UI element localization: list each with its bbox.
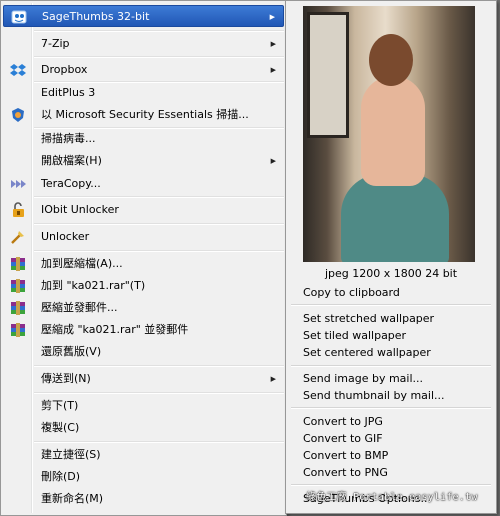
submenu-arrow-icon: ▶ [270, 66, 276, 74]
submenu-arrow-icon: ▶ [270, 157, 276, 165]
menu-separator [34, 223, 284, 225]
submenu-item-copy-to-clipboard[interactable]: Copy to clipboard [303, 284, 400, 301]
preview-figure-skirt [341, 174, 449, 262]
menu-separator [34, 441, 284, 443]
menu-item-send-to[interactable]: 傳送到(N) ▶ [3, 368, 284, 390]
image-info-caption: jpeg 1200 x 1800 24 bit [324, 267, 458, 280]
menu-item-sagethumbs[interactable]: SageThumbs 32-bit ▶ [3, 5, 284, 27]
menu-item-label: TeraCopy... [41, 177, 101, 190]
menu-item-delete[interactable]: 刪除(D) [3, 466, 284, 488]
menu-item-create-shortcut[interactable]: 建立捷徑(S) [3, 444, 284, 466]
menu-item-copy[interactable]: 複製(C) [3, 417, 284, 439]
submenu-arrow-icon: ▶ [270, 375, 276, 383]
submenu-item-convert-to-bmp[interactable]: Convert to BMP [303, 447, 388, 464]
menu-item-compress-rar-and-email[interactable]: 壓縮成 "ka021.rar" 並發郵件 [3, 319, 284, 341]
menu-item-dropbox[interactable]: Dropbox ▶ [3, 59, 284, 81]
menu-item-teracopy[interactable]: TeraCopy... [3, 173, 284, 195]
menu-item-label: 還原舊版(V) [41, 345, 102, 358]
menu-item-scan-virus[interactable]: 掃描病毒... [3, 128, 284, 150]
menu-item-label: 7-Zip [41, 37, 70, 50]
submenu-separator [291, 484, 491, 486]
menu-item-cut[interactable]: 剪下(T) [3, 395, 284, 417]
menu-separator [34, 30, 284, 32]
preview-figure-body [361, 76, 425, 186]
submenu-arrow-icon: ▶ [269, 13, 275, 21]
menu-item-editplus[interactable]: EditPlus 3 [3, 82, 284, 104]
submenu-item-set-centered-wallpaper[interactable]: Set centered wallpaper [303, 344, 431, 361]
menu-separator [34, 365, 284, 367]
menu-item-label: 掃描病毒... [41, 132, 96, 145]
winrar-icon [10, 278, 26, 294]
menu-separator [34, 392, 284, 394]
submenu-separator [291, 365, 491, 367]
menu-item-restore-previous[interactable]: 還原舊版(V) [3, 341, 284, 363]
menu-item-security-essentials[interactable]: 以 Microsoft Security Essentials 掃描... [3, 104, 284, 126]
menu-item-label: 複製(C) [41, 421, 80, 434]
dropbox-icon [10, 62, 26, 78]
menu-separator [34, 250, 284, 252]
menu-item-label: 重新命名(M) [41, 492, 104, 505]
menu-item-iobit-unlocker[interactable]: IObit Unlocker [3, 199, 284, 221]
menu-item-label: 以 Microsoft Security Essentials 掃描... [41, 108, 249, 121]
menu-item-label: 建立捷徑(S) [41, 448, 101, 461]
menu-item-open-with[interactable]: 開啟檔案(H) ▶ [3, 150, 284, 172]
menu-item-label: IObit Unlocker [41, 203, 119, 216]
winrar-icon [10, 256, 26, 272]
winrar-icon [10, 300, 26, 316]
submenu-item-set-stretched-wallpaper[interactable]: Set stretched wallpaper [303, 310, 434, 327]
submenu-item-set-tiled-wallpaper[interactable]: Set tiled wallpaper [303, 327, 406, 344]
menu-item-compress-and-email[interactable]: 壓縮並發郵件... [3, 297, 284, 319]
menu-item-label: Unlocker [41, 230, 90, 243]
watermark-text: 綠色工廠 Portable.easylife.tw [306, 492, 478, 503]
security-essentials-icon [10, 107, 26, 123]
menu-item-7zip[interactable]: 7-Zip ▶ [3, 33, 284, 55]
menu-item-add-to-rar[interactable]: 加到 "ka021.rar"(T) [3, 275, 284, 297]
submenu-separator [291, 407, 491, 409]
menu-item-label: Dropbox [41, 63, 88, 76]
submenu-arrow-icon: ▶ [270, 40, 276, 48]
preview-window-frame [307, 12, 349, 138]
menu-separator [34, 56, 284, 58]
menu-separator [34, 196, 284, 198]
context-menu: SageThumbs 32-bit ▶ 7-Zip ▶ Dropbox ▶ Ed… [0, 0, 287, 516]
unlocker-icon [10, 229, 26, 245]
menu-item-label: 剪下(T) [41, 399, 79, 412]
menu-item-label: 刪除(D) [41, 470, 81, 483]
winrar-icon [10, 322, 26, 338]
submenu-item-convert-to-gif[interactable]: Convert to GIF [303, 430, 383, 447]
sagethumbs-submenu: jpeg 1200 x 1800 24 bit Copy to clipboar… [285, 0, 497, 514]
menu-item-label: SageThumbs 32-bit [42, 10, 150, 23]
submenu-item-send-image-by-mail[interactable]: Send image by mail... [303, 370, 423, 387]
submenu-item-convert-to-jpg[interactable]: Convert to JPG [303, 413, 383, 430]
menu-item-label: 加到壓縮檔(A)... [41, 257, 123, 270]
menu-item-label: 加到 "ka021.rar"(T) [41, 279, 146, 292]
preview-figure-head [369, 34, 413, 86]
teracopy-icon [10, 176, 26, 192]
menu-item-label: 開啟檔案(H) [41, 154, 102, 167]
sagethumbs-icon [11, 9, 27, 25]
photo-preview [303, 6, 475, 262]
menu-item-rename[interactable]: 重新命名(M) [3, 488, 284, 510]
iobit-unlocker-icon [10, 202, 26, 218]
menu-item-label: 壓縮成 "ka021.rar" 並發郵件 [41, 323, 189, 336]
submenu-item-send-thumbnail-by-mail[interactable]: Send thumbnail by mail... [303, 387, 445, 404]
menu-item-add-to-archive[interactable]: 加到壓縮檔(A)... [3, 253, 284, 275]
menu-item-label: 壓縮並發郵件... [41, 301, 118, 314]
submenu-separator [291, 304, 491, 306]
submenu-item-convert-to-png[interactable]: Convert to PNG [303, 464, 388, 481]
menu-item-unlocker[interactable]: Unlocker [3, 226, 284, 248]
menu-item-label: EditPlus 3 [41, 86, 96, 99]
menu-item-label: 傳送到(N) [41, 372, 91, 385]
